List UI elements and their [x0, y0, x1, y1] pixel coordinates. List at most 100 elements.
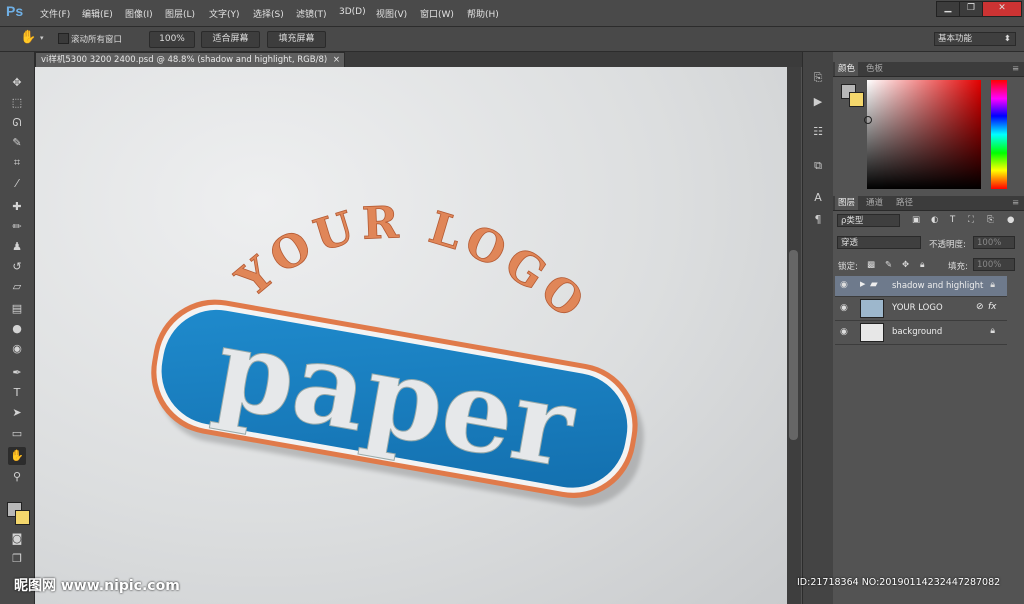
lasso-tool-icon[interactable]: ᘏ: [8, 114, 26, 132]
pen-tool-icon[interactable]: ✒: [8, 364, 26, 382]
crop-tool-icon[interactable]: ⌗: [8, 154, 26, 172]
tab-paths[interactable]: 路径: [893, 196, 916, 210]
type-tool-icon[interactable]: T: [8, 384, 26, 402]
zoom-tool-icon[interactable]: ⚲: [8, 468, 26, 486]
fill-label: 填充:: [948, 262, 968, 272]
menu-help[interactable]: 帮助(H): [467, 7, 499, 20]
close-button[interactable]: ✕: [982, 1, 1022, 17]
layer-thumbnail: [860, 299, 884, 318]
quick-select-tool-icon[interactable]: ✎: [8, 134, 26, 152]
layer-row-your-logo[interactable]: ◉ YOUR LOGO ⊘ fx: [835, 297, 1007, 321]
clone-source-panel-icon[interactable]: ⧉: [810, 158, 826, 174]
layer-row-background[interactable]: ◉ background 🔒︎: [835, 321, 1007, 345]
lock-position-icon[interactable]: ✥: [902, 260, 909, 270]
menu-select[interactable]: 选择(S): [253, 7, 284, 20]
tools-panel: ✥ ⬚ ᘏ ✎ ⌗ ⁄ ✚ ✏ ♟ ↺ ▱ ▤ ● ◉ ✒ T ➤ ▭ ✋ ⚲ …: [0, 52, 35, 604]
layer-fx-badge[interactable]: fx: [988, 302, 997, 312]
scroll-all-label: 滚动所有窗口: [71, 35, 123, 45]
folder-icon: ▰: [870, 279, 878, 290]
menu-image[interactable]: 图像(I): [125, 7, 153, 20]
lock-pixels-icon[interactable]: ✎: [885, 260, 892, 270]
panel-menu-icon[interactable]: ≡: [1009, 62, 1022, 76]
expand-arrow-icon[interactable]: ▶: [860, 280, 865, 288]
history-brush-tool-icon[interactable]: ↺: [8, 258, 26, 276]
menu-3d[interactable]: 3D(D): [339, 7, 366, 17]
dodge-tool-icon[interactable]: ◉: [8, 340, 26, 358]
options-bar: ✋ ▾ 滚动所有窗口 100% 适合屏幕 填充屏幕 基本功能 ⬍: [0, 27, 1024, 52]
screen-mode-icon[interactable]: ❐: [8, 550, 26, 568]
zoom-100-button[interactable]: 100%: [149, 31, 195, 48]
scroll-all-checkbox[interactable]: [58, 33, 69, 44]
close-tab-icon[interactable]: ×: [333, 53, 340, 67]
scrollbar-thumb[interactable]: [789, 250, 798, 440]
color-picker-field[interactable]: [867, 80, 981, 189]
logo-artwork: paper YOUR LOGO: [151, 197, 644, 507]
workspace-select[interactable]: 基本功能 ⬍: [934, 32, 1016, 46]
minimize-button[interactable]: ▁: [936, 1, 960, 17]
restore-button[interactable]: ❐: [959, 1, 983, 17]
fill-input[interactable]: 100%: [973, 258, 1015, 271]
character-panel-icon[interactable]: A: [810, 190, 826, 206]
panel-menu-icon[interactable]: ≡: [1009, 196, 1022, 210]
fill-screen-button[interactable]: 填充屏幕: [267, 31, 326, 48]
healing-brush-tool-icon[interactable]: ✚: [8, 198, 26, 216]
layer-name: YOUR LOGO: [892, 303, 943, 313]
eyedropper-tool-icon[interactable]: ⁄: [8, 175, 26, 193]
document-tab[interactable]: vi样机5300 3200 2400.psd @ 48.8% (shadow a…: [35, 52, 345, 67]
clone-stamp-tool-icon[interactable]: ♟: [8, 238, 26, 256]
filter-smart-object-icon[interactable]: ⎘: [987, 215, 994, 225]
layer-row-shadow-and-highlight[interactable]: ◉ ▶ ▰ shadow and highlight 🔒︎: [835, 276, 1007, 297]
menu-edit[interactable]: 编辑(E): [82, 7, 113, 20]
marquee-tool-icon[interactable]: ⬚: [8, 94, 26, 112]
history-panel-icon[interactable]: ⎘: [810, 70, 826, 86]
tab-channels[interactable]: 通道: [863, 196, 886, 210]
menu-layer[interactable]: 图层(L): [165, 7, 195, 20]
quick-mask-icon[interactable]: ◙: [8, 530, 26, 548]
tab-color[interactable]: 颜色: [835, 62, 859, 76]
path-select-tool-icon[interactable]: ➤: [8, 404, 26, 422]
chevron-down-icon[interactable]: ▾: [40, 34, 44, 42]
document-canvas[interactable]: paper YOUR LOGO: [35, 67, 787, 604]
actions-play-icon[interactable]: ▶: [810, 94, 826, 110]
layer-filter-select[interactable]: ρ类型: [837, 214, 900, 227]
opacity-input[interactable]: 100%: [973, 236, 1015, 249]
panel-icon-strip: ⎘ ▶ ☷ ⧉ A ¶: [802, 52, 834, 604]
hand-tool-preset-icon[interactable]: ✋: [20, 30, 36, 45]
brush-tool-icon[interactable]: ✏: [8, 218, 26, 236]
filter-adjustment-icon[interactable]: ◐: [931, 215, 938, 225]
blend-mode-select[interactable]: 穿透: [837, 236, 921, 249]
fit-screen-button[interactable]: 适合屏幕: [201, 31, 260, 48]
visibility-eye-icon[interactable]: ◉: [840, 303, 848, 313]
move-tool-icon[interactable]: ✥: [8, 74, 26, 92]
opacity-label: 不透明度:: [929, 240, 966, 250]
eraser-tool-icon[interactable]: ▱: [8, 278, 26, 296]
filter-shape-icon[interactable]: ⛶: [968, 215, 974, 225]
hand-tool-icon[interactable]: ✋: [8, 447, 26, 465]
background-color-swatch[interactable]: [15, 510, 30, 525]
menu-view[interactable]: 视图(V): [376, 7, 407, 20]
visibility-eye-icon[interactable]: ◉: [840, 327, 848, 337]
menu-bar: Ps 文件(F) 编辑(E) 图像(I) 图层(L) 文字(Y) 选择(S) 滤…: [0, 0, 1024, 27]
filter-toggle-icon[interactable]: ●: [1007, 215, 1014, 225]
menu-type[interactable]: 文字(Y): [209, 7, 240, 20]
menu-filter[interactable]: 滤镜(T): [296, 7, 327, 20]
lock-icon: 🔒︎: [990, 326, 995, 336]
color-panel-bg-swatch[interactable]: [849, 92, 864, 107]
paragraph-panel-icon[interactable]: ¶: [810, 212, 826, 228]
filter-pixel-icon[interactable]: ▣: [912, 215, 920, 225]
filter-type-icon[interactable]: T: [950, 215, 955, 225]
tab-layers[interactable]: 图层: [835, 196, 859, 210]
color-picker-cursor[interactable]: [864, 116, 872, 124]
adjustments-panel-icon[interactable]: ☷: [810, 124, 826, 140]
lock-transparent-icon[interactable]: ▩: [867, 260, 875, 270]
menu-window[interactable]: 窗口(W): [420, 7, 454, 20]
gradient-tool-icon[interactable]: ▤: [8, 300, 26, 318]
lock-all-icon[interactable]: 🔒︎: [920, 260, 925, 270]
visibility-eye-icon[interactable]: ◉: [840, 280, 848, 290]
hue-slider[interactable]: [991, 80, 1007, 189]
blur-tool-icon[interactable]: ●: [8, 320, 26, 338]
tab-swatches[interactable]: 色板: [863, 62, 886, 76]
rectangle-tool-icon[interactable]: ▭: [8, 425, 26, 443]
menu-file[interactable]: 文件(F): [40, 7, 70, 20]
chevron-down-icon: ⬍: [1003, 34, 1011, 44]
